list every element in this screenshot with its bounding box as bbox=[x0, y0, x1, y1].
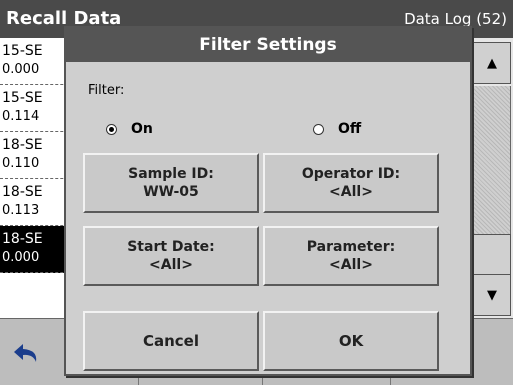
scrollbar[interactable]: ▲ ▼ bbox=[470, 38, 513, 318]
list-item-value: 0.114 bbox=[2, 109, 40, 124]
parameter-button[interactable]: Parameter: <All> bbox=[263, 226, 439, 286]
operator-id-button[interactable]: Operator ID: <All> bbox=[263, 153, 439, 213]
sample-id-button[interactable]: Sample ID: WW-05 bbox=[83, 153, 259, 213]
list-item-date: 18-SE bbox=[2, 231, 43, 247]
filter-on-radio[interactable]: On bbox=[106, 121, 153, 137]
sample-id-label: Sample ID: bbox=[128, 166, 214, 182]
list-item-date: 15-SE bbox=[2, 90, 43, 106]
back-button[interactable] bbox=[8, 335, 48, 375]
operator-id-value: <All> bbox=[329, 184, 373, 200]
filter-label: Filter: bbox=[88, 83, 125, 98]
list-item-date: 15-SE bbox=[2, 43, 43, 59]
cancel-button[interactable]: Cancel bbox=[83, 311, 259, 371]
scroll-down-button[interactable]: ▼ bbox=[473, 274, 511, 316]
list-item-date: 18-SE bbox=[2, 137, 43, 153]
screen: Recall Data Data Log (52) 15-SE 0.000 15… bbox=[0, 0, 513, 385]
radio-checked-icon bbox=[106, 123, 117, 135]
back-arrow-icon bbox=[14, 344, 37, 362]
ok-button[interactable]: OK bbox=[263, 311, 439, 371]
start-date-label: Start Date: bbox=[127, 239, 215, 255]
filter-off-label: Off bbox=[338, 121, 362, 137]
list-item-value: 0.000 bbox=[2, 250, 40, 265]
list-item-value: 0.113 bbox=[2, 203, 40, 218]
list-item-date: 18-SE bbox=[2, 184, 43, 200]
filter-on-label: On bbox=[131, 121, 153, 137]
start-date-button[interactable]: Start Date: <All> bbox=[83, 226, 259, 286]
scroll-up-button[interactable]: ▲ bbox=[473, 42, 511, 84]
dialog-title: Filter Settings bbox=[66, 28, 470, 62]
sample-id-value: WW-05 bbox=[143, 184, 199, 200]
operator-id-label: Operator ID: bbox=[301, 166, 401, 182]
radio-unchecked-icon bbox=[313, 123, 324, 135]
triangle-down-icon: ▼ bbox=[487, 287, 497, 303]
parameter-value: <All> bbox=[329, 257, 373, 273]
list-item-value: 0.110 bbox=[2, 156, 40, 171]
triangle-up-icon: ▲ bbox=[487, 55, 497, 71]
filter-settings-dialog: Filter Settings Filter: On Off Sample ID… bbox=[64, 26, 472, 376]
list-item-value: 0.000 bbox=[2, 62, 40, 77]
parameter-label: Parameter: bbox=[306, 239, 396, 255]
filter-off-radio[interactable]: Off bbox=[313, 121, 361, 137]
start-date-value: <All> bbox=[149, 257, 193, 273]
